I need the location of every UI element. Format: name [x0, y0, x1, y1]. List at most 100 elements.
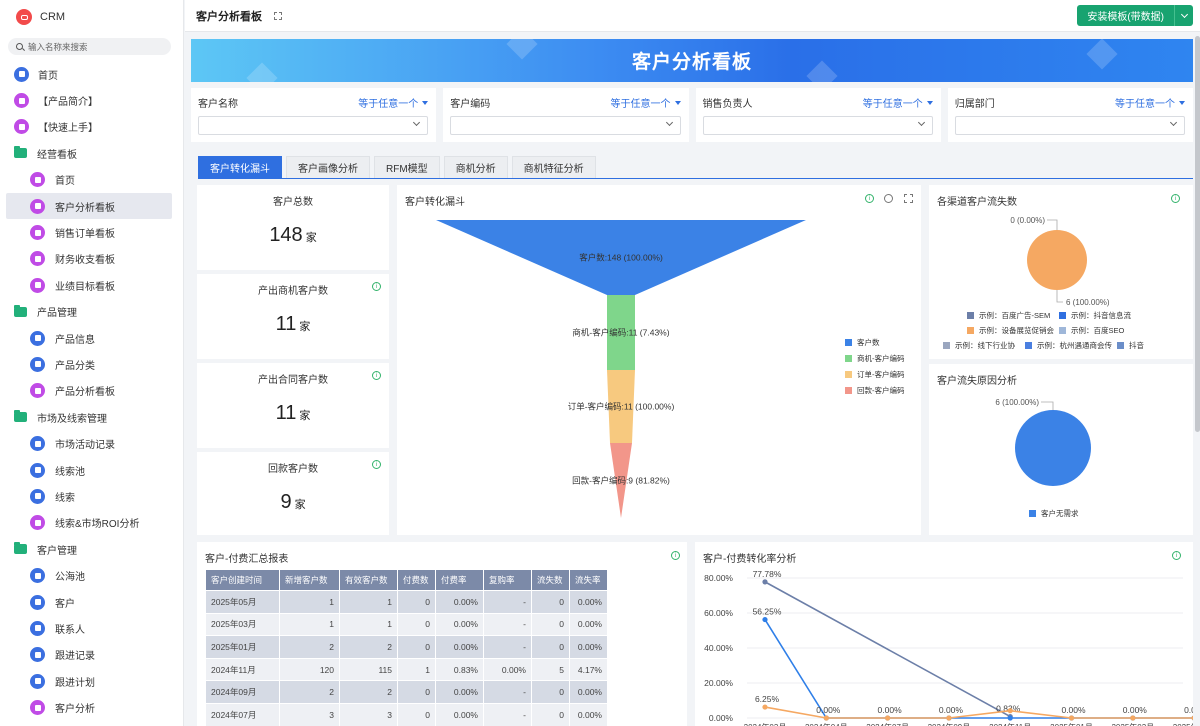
install-template-label[interactable]: 安装模板(带数据) — [1077, 5, 1174, 26]
legend-label[interactable]: 商机-客户编码 — [857, 353, 905, 363]
scrollbar-thumb[interactable] — [1195, 36, 1200, 432]
fullscreen-icon[interactable] — [274, 12, 282, 20]
dashboard-tab[interactable]: 商机分析 — [444, 156, 508, 178]
data-point[interactable] — [762, 704, 767, 709]
filter-value-select[interactable] — [955, 116, 1185, 135]
table-header-cell[interactable]: 客户创建时间 — [206, 570, 280, 591]
filter-value-select[interactable] — [450, 116, 680, 135]
legend-label[interactable]: 示例：抖音信息流 — [1071, 310, 1131, 320]
legend-label[interactable]: 示例：线下行业协 — [955, 340, 1015, 350]
filter-label: 客户编码 — [450, 95, 490, 110]
send-icon — [14, 119, 29, 134]
data-point[interactable] — [1008, 708, 1013, 713]
sidebar-item[interactable]: 跟进计划 — [6, 668, 172, 694]
data-point[interactable] — [824, 715, 829, 720]
pie-slice[interactable] — [1027, 230, 1087, 290]
filter-value-select[interactable] — [703, 116, 933, 135]
sidebar-item-label: 销售订单看板 — [55, 225, 115, 240]
data-label: 56.25% — [753, 607, 782, 617]
install-dropdown-button[interactable] — [1174, 5, 1193, 26]
table-cell: 2 — [340, 636, 398, 659]
x-tick-label: 2024年04月 — [805, 722, 848, 726]
table-cell: 115 — [340, 658, 398, 681]
table-header-cell[interactable]: 付费数 — [398, 570, 436, 591]
table-header-cell[interactable]: 复购率 — [484, 570, 532, 591]
legend-label[interactable]: 回款-客户编码 — [857, 385, 905, 395]
sidebar-item[interactable]: 【产品简介】 — [0, 87, 183, 113]
sidebar-item[interactable]: 线索池 — [6, 457, 172, 483]
filter-operator-dropdown[interactable]: 等于任意一个 — [611, 95, 681, 110]
table-cell: 0.00% — [436, 681, 484, 704]
data-point[interactable] — [762, 617, 767, 622]
table-cell: 0 — [398, 681, 436, 704]
dashboard-tab[interactable]: 客户画像分析 — [286, 156, 370, 178]
table-row: 2024年09月2200.00%-00.00% — [206, 681, 608, 704]
dashboard-tab[interactable]: RFM模型 — [374, 156, 440, 178]
legend-label[interactable]: 抖音 — [1129, 340, 1145, 350]
sidebar-item[interactable]: 【快速上手】 — [0, 114, 183, 140]
sidebar-item[interactable]: 客户分析看板 — [6, 193, 172, 219]
info-icon[interactable]: i — [372, 371, 381, 380]
sidebar-item[interactable]: 销售订单看板 — [6, 219, 172, 245]
legend-label[interactable]: 客户无需求 — [1041, 508, 1079, 518]
app-brand[interactable]: CRM — [0, 0, 183, 34]
sidebar-item[interactable]: 产品信息 — [6, 325, 172, 351]
data-label: 0.00% — [1061, 705, 1086, 715]
table-header-cell[interactable]: 流失数 — [532, 570, 570, 591]
sidebar-item[interactable]: 财务收支看板 — [6, 246, 172, 272]
legend-label[interactable]: 客户数 — [857, 337, 880, 347]
legend-label[interactable]: 示例：百度广告-SEM — [979, 310, 1050, 320]
pie-slice[interactable] — [1015, 410, 1091, 486]
sidebar-item[interactable]: 跟进记录 — [6, 642, 172, 668]
dashboard-tab[interactable]: 客户转化漏斗 — [198, 156, 282, 178]
data-point[interactable] — [885, 715, 890, 720]
legend-label[interactable]: 订单-客户编码 — [857, 369, 905, 379]
sidebar-item[interactable]: 产品分析看板 — [6, 378, 172, 404]
series-line[interactable] — [765, 620, 1193, 718]
filter-value-select[interactable] — [198, 116, 428, 135]
sidebar-item[interactable]: 经营看板 — [0, 140, 183, 166]
sidebar-item[interactable]: 公海池 — [6, 562, 172, 588]
install-template-button[interactable]: 安装模板(带数据) — [1077, 5, 1193, 26]
sidebar-item[interactable]: 市场活动记录 — [6, 430, 172, 456]
dashboard-icon — [30, 172, 45, 187]
sidebar-item[interactable]: 产品管理 — [0, 299, 183, 325]
sidebar-item[interactable]: 线索&市场ROI分析 — [6, 510, 172, 536]
legend-label[interactable]: 示例：设备展览促销会 — [979, 325, 1054, 335]
filter-operator-dropdown[interactable]: 等于任意一个 — [863, 95, 933, 110]
legend-label[interactable]: 示例：百度SEO — [1071, 325, 1125, 335]
sidebar-item[interactable]: 联系人 — [6, 615, 172, 641]
sidebar-item[interactable]: 市场及线索管理 — [0, 404, 183, 430]
data-point[interactable] — [1130, 715, 1135, 720]
info-icon[interactable]: i — [372, 460, 381, 469]
sidebar-item[interactable]: 首页 — [6, 167, 172, 193]
page-tab-title[interactable]: 客户分析看板 — [196, 8, 262, 24]
dashboard-tab[interactable]: 商机特征分析 — [512, 156, 596, 178]
data-point[interactable] — [762, 579, 767, 584]
filter-operator-dropdown[interactable]: 等于任意一个 — [358, 95, 428, 110]
table-header-cell[interactable]: 付费率 — [436, 570, 484, 591]
legend-label[interactable]: 示例：杭州遇通商会传 — [1037, 340, 1112, 350]
sidebar-item[interactable]: 客户管理 — [0, 536, 183, 562]
sidebar-item[interactable]: 客户 — [6, 589, 172, 615]
table-header-cell[interactable]: 有效客户数 — [340, 570, 398, 591]
sidebar-item[interactable]: 业绩目标看板 — [6, 272, 172, 298]
sidebar-item[interactable]: 首页 — [0, 61, 183, 87]
data-point[interactable] — [1069, 715, 1074, 720]
filter-operator-dropdown[interactable]: 等于任意一个 — [1115, 95, 1185, 110]
series-line[interactable] — [765, 582, 1010, 717]
page-scrollbar[interactable] — [1195, 32, 1200, 726]
data-point[interactable] — [946, 715, 951, 720]
sidebar-item[interactable]: 客户分析 — [6, 694, 172, 720]
table-header-cell[interactable]: 新增客户数 — [280, 570, 340, 591]
table-cell: 1 — [340, 591, 398, 614]
table-header-cell[interactable]: 流失率 — [570, 570, 608, 591]
info-icon[interactable]: i — [671, 551, 680, 560]
sidebar-item[interactable]: 产品分类 — [6, 351, 172, 377]
search-input[interactable]: 输入名称来搜索 — [8, 38, 171, 55]
info-icon[interactable]: i — [372, 282, 381, 291]
data-label: 77.78% — [753, 569, 782, 579]
data-point[interactable] — [1192, 715, 1193, 720]
data-point[interactable] — [1008, 715, 1013, 720]
sidebar-item[interactable]: 线索 — [6, 483, 172, 509]
